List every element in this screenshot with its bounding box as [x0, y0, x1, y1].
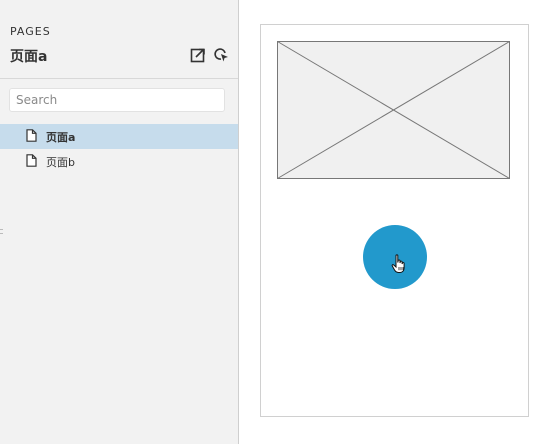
pointer-hand-icon	[391, 254, 407, 274]
page-list: 页面a 页面b	[0, 124, 238, 174]
page-search-input[interactable]	[9, 88, 225, 112]
page-item-b[interactable]: 页面b	[0, 149, 238, 174]
header-divider	[0, 78, 238, 79]
pages-panel: PAGES 页面a 页面	[0, 0, 239, 444]
prototype-editor: PAGES 页面a 页面	[0, 0, 552, 444]
artboard	[260, 24, 529, 417]
pages-heading: PAGES	[10, 25, 51, 38]
page-document-icon	[26, 154, 37, 167]
page-label: 页面a	[46, 131, 76, 144]
locate-page-icon[interactable]	[213, 47, 229, 63]
page-item-a[interactable]: 页面a	[0, 124, 238, 149]
page-label: 页面b	[46, 156, 75, 169]
image-placeholder-icon[interactable]	[277, 41, 510, 179]
page-document-icon	[26, 129, 37, 142]
export-page-icon[interactable]	[190, 47, 206, 63]
current-page-title: 页面a	[10, 49, 48, 65]
panel-resize-handle[interactable]	[0, 229, 3, 234]
design-canvas	[239, 0, 552, 444]
